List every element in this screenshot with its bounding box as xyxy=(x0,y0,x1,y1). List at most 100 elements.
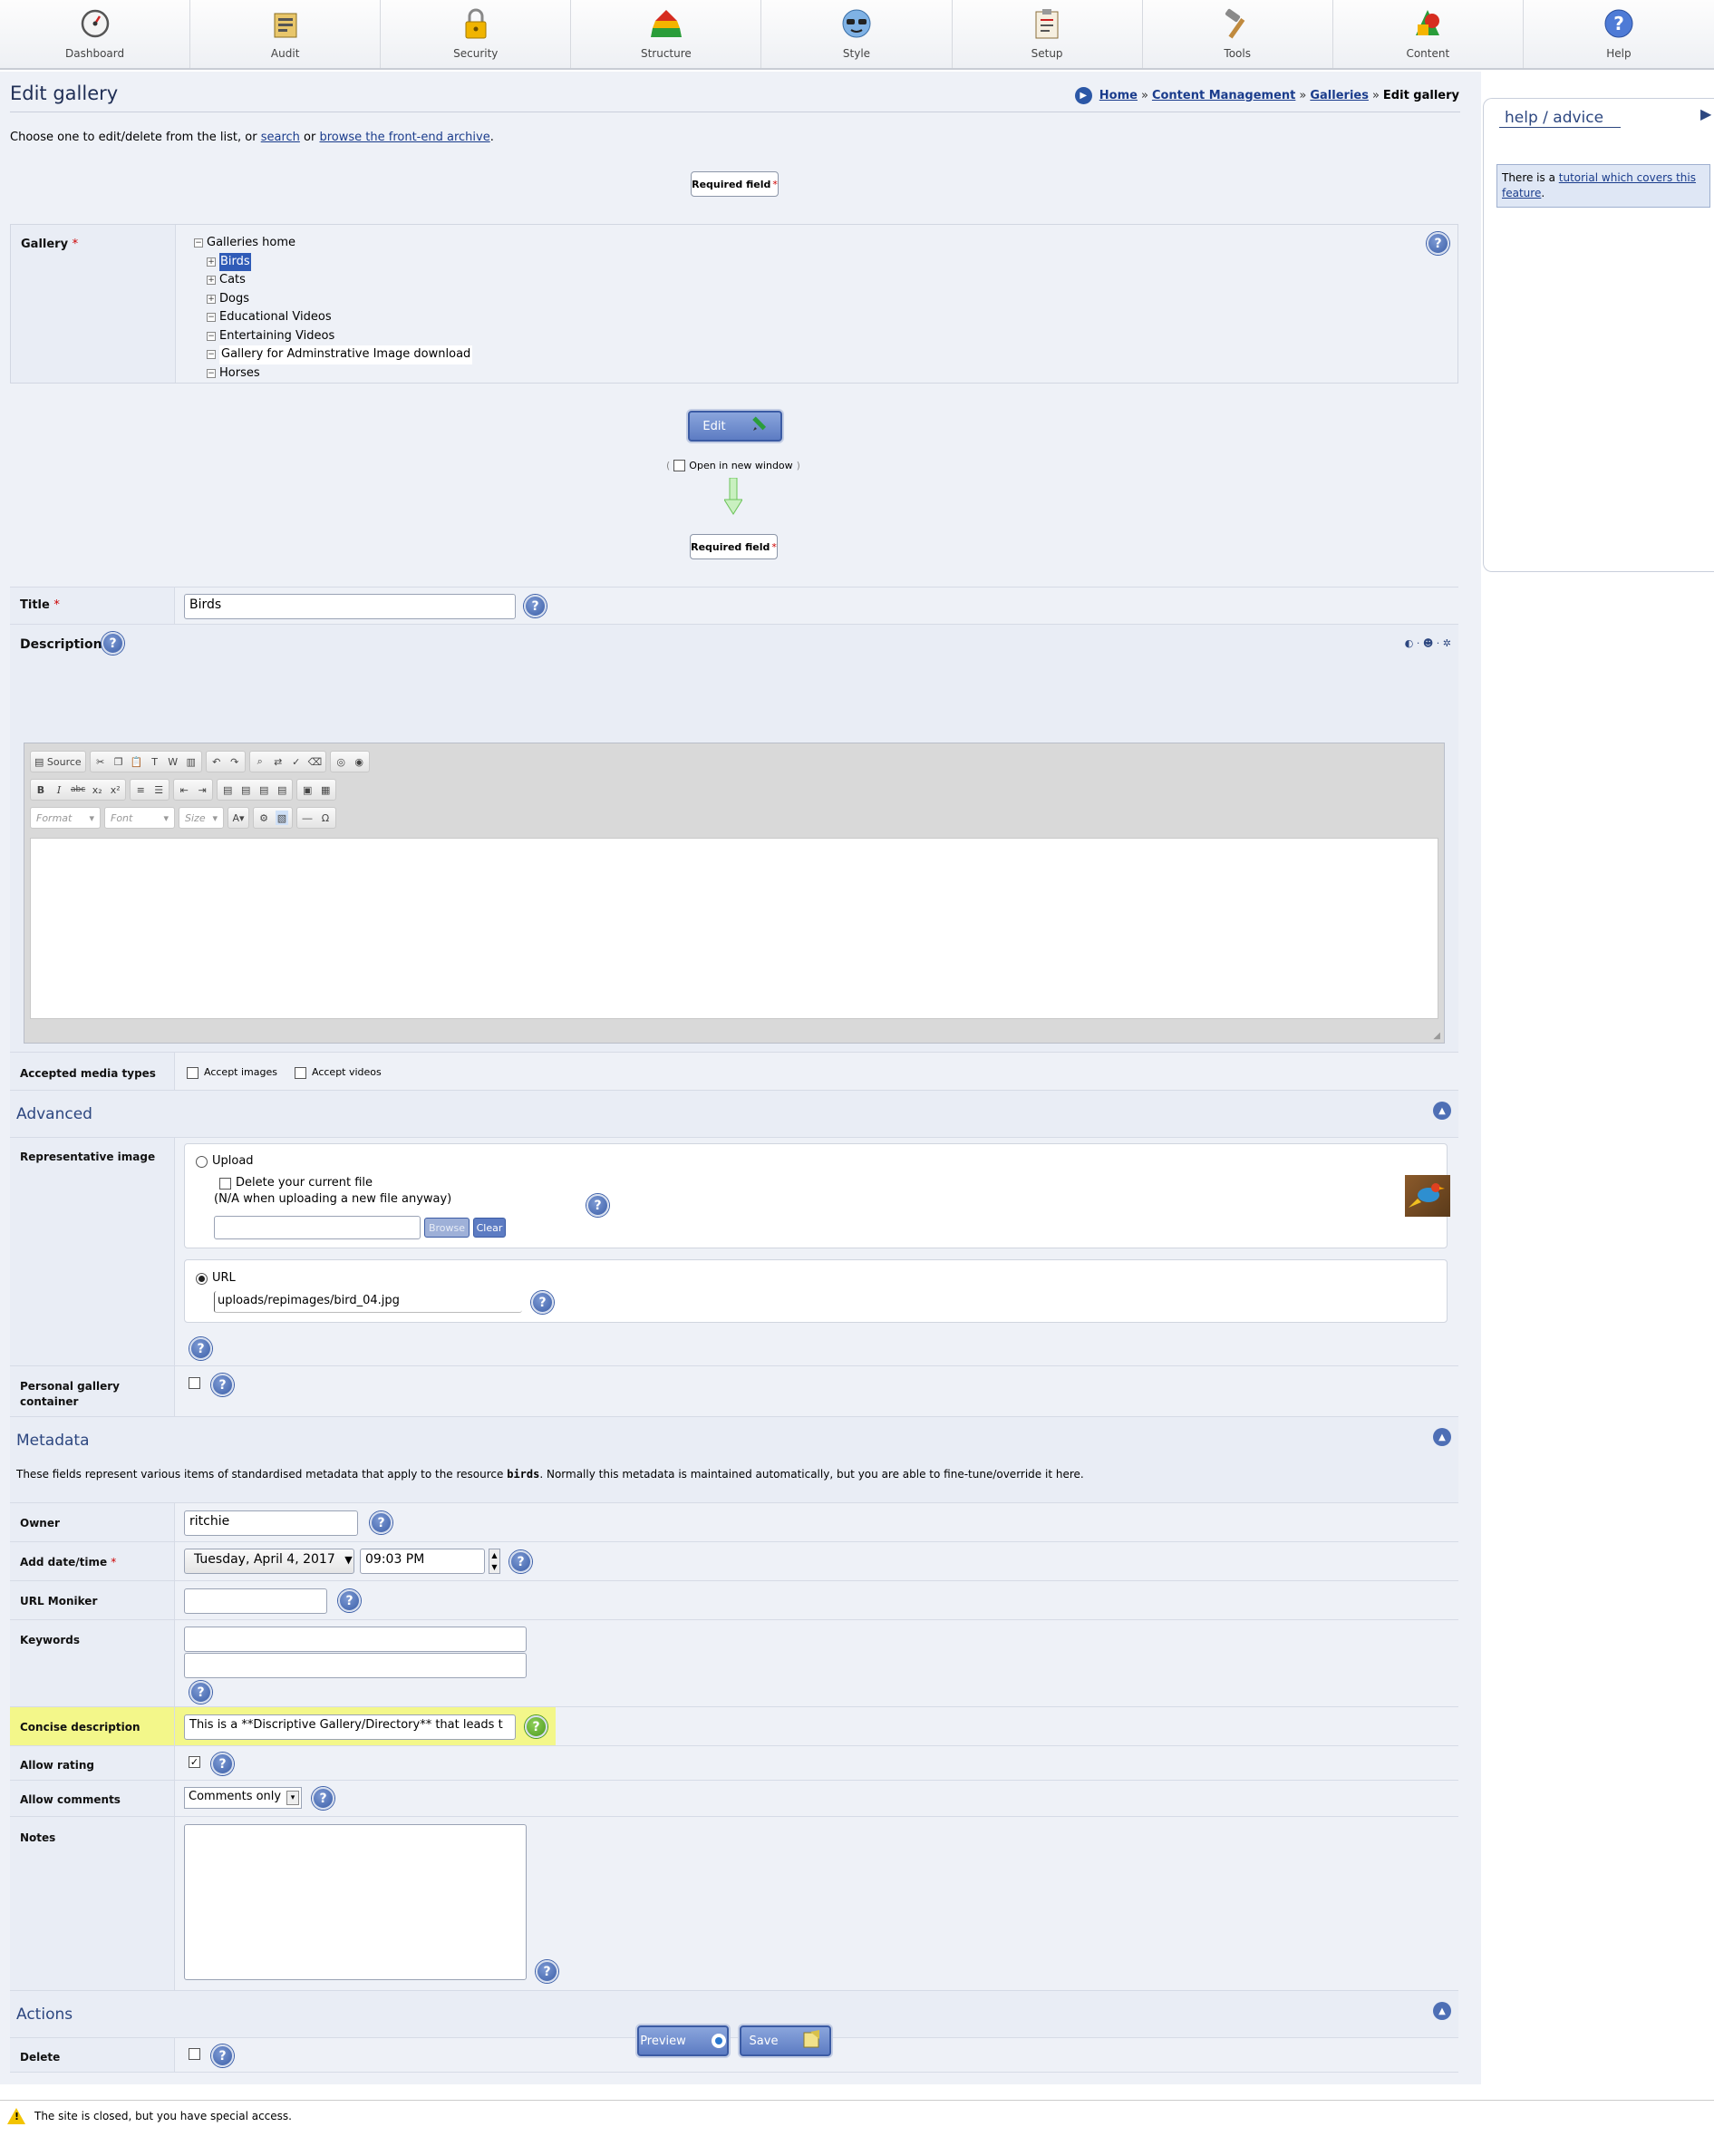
nav-help[interactable]: ? Help xyxy=(1524,0,1714,68)
font-dropdown[interactable]: Font ▾ xyxy=(104,807,175,829)
tree-node-birds[interactable]: + Birds xyxy=(207,252,472,271)
help-icon[interactable]: ? xyxy=(211,2044,234,2067)
help-icon[interactable]: ? xyxy=(525,1715,547,1738)
breadcrumb-home[interactable]: Home xyxy=(1099,89,1138,102)
owner-input[interactable]: ritchie xyxy=(184,1510,358,1536)
table-icon[interactable]: ▦ xyxy=(319,782,332,797)
url-moniker-input[interactable] xyxy=(184,1588,327,1614)
search-link[interactable]: search xyxy=(261,131,300,144)
help-icon[interactable]: ? xyxy=(102,632,124,655)
undo-icon[interactable]: ↶ xyxy=(210,754,223,769)
clipboard-icon[interactable]: ▥ xyxy=(185,754,198,769)
expand-toggle-icon[interactable]: + xyxy=(207,276,216,286)
media-icon[interactable]: ▧ xyxy=(276,811,288,825)
save-button[interactable]: Save xyxy=(740,2025,831,2056)
paste-icon[interactable]: 📋 xyxy=(131,754,143,769)
help-icon[interactable]: ? xyxy=(189,1681,212,1704)
collapse-toggle-icon[interactable]: − xyxy=(194,238,203,248)
bold-icon[interactable]: B xyxy=(34,782,47,797)
breadcrumb-content-management[interactable]: Content Management xyxy=(1152,89,1295,102)
collapse-icon[interactable]: ▲ xyxy=(1433,1102,1451,1120)
find-icon[interactable]: ⌕ xyxy=(254,754,266,769)
url-radio[interactable] xyxy=(196,1273,208,1285)
binoculars-icon[interactable]: ◎ xyxy=(334,754,347,769)
editor-content-area[interactable] xyxy=(30,838,1438,1019)
image-icon[interactable]: ▣ xyxy=(301,782,314,797)
nav-structure[interactable]: Structure xyxy=(571,0,762,68)
nav-dashboard[interactable]: Dashboard xyxy=(0,0,191,68)
accept-images-checkbox[interactable] xyxy=(187,1067,199,1079)
help-icon[interactable]: ? xyxy=(586,1194,609,1217)
delete-current-file-checkbox[interactable] xyxy=(219,1178,231,1190)
delete-checkbox[interactable] xyxy=(189,2048,200,2060)
help-icon[interactable]: ? xyxy=(536,1960,558,1983)
archive-link[interactable]: browse the front-end archive xyxy=(319,131,489,144)
editor-mode-icons[interactable]: ◐ · ☻ · ✲ xyxy=(1405,637,1451,649)
help-icon[interactable]: ? xyxy=(312,1787,334,1810)
numbered-list-icon[interactable]: ≡ xyxy=(134,782,147,797)
title-input[interactable]: Birds xyxy=(184,594,516,619)
nav-setup[interactable]: Setup xyxy=(953,0,1143,68)
redo-icon[interactable]: ↷ xyxy=(228,754,241,769)
upload-file-input[interactable] xyxy=(214,1216,421,1239)
browse-button[interactable]: Browse xyxy=(424,1218,470,1238)
spin-down-icon[interactable]: ▼ xyxy=(489,1561,499,1573)
help-icon[interactable]: ? xyxy=(189,1337,212,1360)
tree-node-galleries-home[interactable]: − Galleries home xyxy=(194,234,472,253)
tree-node-admin-image-download[interactable]: − Gallery for Adminstrative Image downloa… xyxy=(207,345,473,364)
personal-gallery-checkbox[interactable] xyxy=(189,1377,200,1389)
open-new-window-checkbox[interactable] xyxy=(673,460,686,471)
accept-videos-checkbox[interactable] xyxy=(295,1067,306,1079)
align-center-icon[interactable]: ▤ xyxy=(239,782,252,797)
url-input[interactable]: uploads/repimages/bird_04.jpg xyxy=(214,1291,522,1313)
binoculars-replace-icon[interactable]: ◉ xyxy=(353,754,365,769)
allow-comments-select[interactable]: Comments only ▾ xyxy=(184,1787,302,1809)
spin-up-icon[interactable]: ▲ xyxy=(489,1549,499,1561)
collapse-sidebar-icon[interactable]: ▶ xyxy=(1700,105,1711,122)
link-icon[interactable]: ⚙ xyxy=(257,811,270,825)
date-picker[interactable]: Tuesday, April 4, 2017 ▼ xyxy=(184,1549,354,1574)
help-icon[interactable]: ? xyxy=(531,1291,554,1314)
tree-node-educational-videos[interactable]: − Educational Videos xyxy=(207,308,472,327)
keyword-input[interactable] xyxy=(184,1653,527,1678)
cut-icon[interactable]: ✂ xyxy=(94,754,107,769)
nav-style[interactable]: Style xyxy=(761,0,953,68)
collapse-toggle-icon[interactable]: − xyxy=(207,313,216,323)
help-icon[interactable]: ? xyxy=(211,1374,234,1396)
tree-node-horses[interactable]: − Horses xyxy=(207,364,472,384)
metadata-section-header[interactable]: Metadata ▲ These fields represent variou… xyxy=(10,1417,1458,1503)
collapse-icon[interactable]: ▲ xyxy=(1433,1428,1451,1446)
outdent-icon[interactable]: ⇤ xyxy=(178,782,190,797)
tree-node-cats[interactable]: + Cats xyxy=(207,271,472,290)
time-input[interactable]: 09:03 PM xyxy=(360,1549,485,1574)
text-color-icon[interactable]: A▾ xyxy=(232,811,245,825)
indent-icon[interactable]: ⇥ xyxy=(196,782,208,797)
horizontal-rule-icon[interactable]: ― xyxy=(301,811,314,825)
eraser-icon[interactable]: ⌫ xyxy=(308,754,323,769)
preview-button[interactable]: Preview xyxy=(637,2025,729,2056)
tree-node-entertaining-videos[interactable]: − Entertaining Videos xyxy=(207,327,472,346)
advanced-section-header[interactable]: Advanced ▲ xyxy=(10,1091,1458,1138)
nav-security[interactable]: Security xyxy=(381,0,572,68)
align-right-icon[interactable]: ▤ xyxy=(257,782,270,797)
collapse-toggle-icon[interactable]: − xyxy=(207,368,216,378)
collapse-toggle-icon[interactable]: − xyxy=(207,350,216,360)
superscript-icon[interactable]: x² xyxy=(109,782,121,797)
help-icon[interactable]: ? xyxy=(1427,232,1449,255)
format-dropdown[interactable]: Format ▾ xyxy=(30,807,101,829)
upload-radio[interactable] xyxy=(196,1156,208,1168)
help-icon[interactable]: ? xyxy=(509,1550,532,1573)
expand-toggle-icon[interactable]: + xyxy=(207,257,216,267)
nav-audit[interactable]: Audit xyxy=(190,0,382,68)
nav-content[interactable]: Content xyxy=(1333,0,1524,68)
special-char-icon[interactable]: Ω xyxy=(319,811,332,825)
source-button[interactable]: ▤ Source xyxy=(34,754,82,769)
spellcheck-icon[interactable]: ✓ xyxy=(290,754,303,769)
keyword-input[interactable] xyxy=(184,1627,527,1652)
copy-icon[interactable]: ❐ xyxy=(112,754,125,769)
actions-section-header[interactable]: Actions ▲ xyxy=(10,1991,1458,2038)
collapse-icon[interactable]: ▲ xyxy=(1433,2002,1451,2020)
collapse-toggle-icon[interactable]: − xyxy=(207,331,216,341)
breadcrumb-galleries[interactable]: Galleries xyxy=(1310,89,1369,102)
replace-icon[interactable]: ⇄ xyxy=(272,754,285,769)
